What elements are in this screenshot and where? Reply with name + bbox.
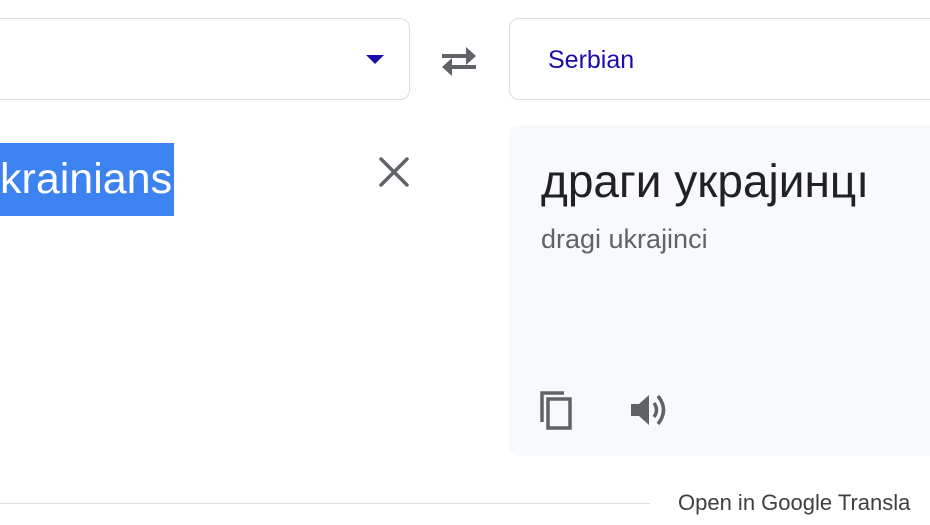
close-icon[interactable] xyxy=(377,155,411,189)
source-language-select[interactable] xyxy=(0,18,410,100)
transliteration-text: dragi ukrajinci xyxy=(541,224,708,254)
swap-languages-icon[interactable] xyxy=(436,40,482,82)
chevron-down-icon xyxy=(366,55,384,64)
translation-output-panel: драги украјинцı dragi ukrajinci xyxy=(509,125,930,456)
copy-icon[interactable] xyxy=(535,388,575,432)
source-text-input[interactable]: krainians xyxy=(0,143,175,216)
target-language-label: Serbian xyxy=(548,46,635,74)
translation-text: драги украјинцı xyxy=(541,155,869,207)
open-in-google-translate-link[interactable]: Open in Google Transla xyxy=(678,489,910,517)
speaker-icon[interactable] xyxy=(627,390,671,430)
footer-divider xyxy=(0,503,650,504)
target-language-select[interactable]: Serbian xyxy=(509,18,930,100)
